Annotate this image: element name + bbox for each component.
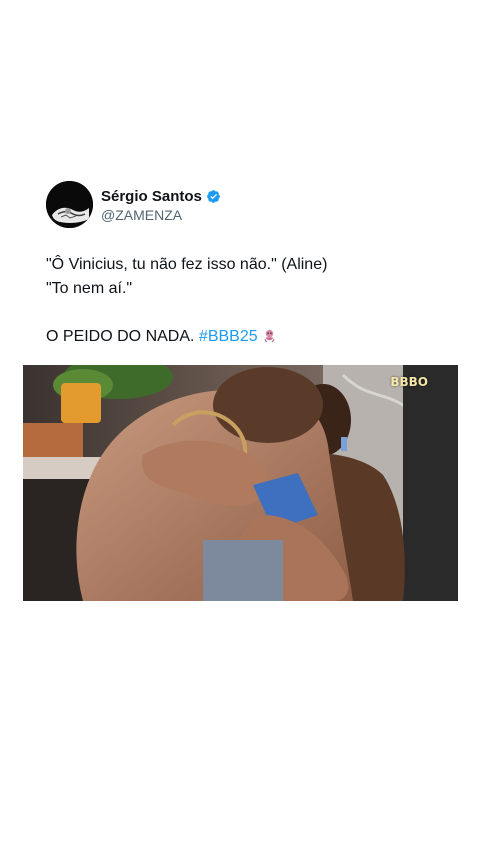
tweet-text-line-2: "To nem aí." — [46, 280, 133, 297]
avatar-image — [46, 180, 93, 228]
verified-badge-icon — [206, 189, 221, 204]
handle[interactable]: @ZAMENZA — [101, 207, 221, 223]
gorilla-icon — [262, 327, 277, 343]
name-row: Sérgio Santos — [101, 185, 221, 207]
author-info: Sérgio Santos @ZAMENZA — [101, 185, 221, 223]
avatar[interactable] — [46, 180, 93, 228]
video-media[interactable]: BBBO — [23, 365, 458, 601]
tweet-header: Sérgio Santos @ZAMENZA — [46, 180, 221, 228]
tweet-text-line-3: O PEIDO DO NADA. #BBB25 — [46, 325, 446, 349]
bbb-watermark: BBBO — [390, 375, 428, 389]
hashtag-link[interactable]: #BBB25 — [199, 328, 258, 345]
display-name[interactable]: Sérgio Santos — [101, 188, 202, 205]
tweet-text-line-1: "Ô Vinicius, tu não fez isso não." (Alin… — [46, 256, 328, 273]
tweet-card[interactable]: Sérgio Santos @ZAMENZA "Ô Vinicius, tu n… — [0, 0, 480, 854]
tweet-text-line-3-text: O PEIDO DO NADA. — [46, 328, 199, 345]
tweet-text: "Ô Vinicius, tu não fez isso não." (Alin… — [46, 253, 446, 349]
video-frame-image — [23, 365, 458, 601]
